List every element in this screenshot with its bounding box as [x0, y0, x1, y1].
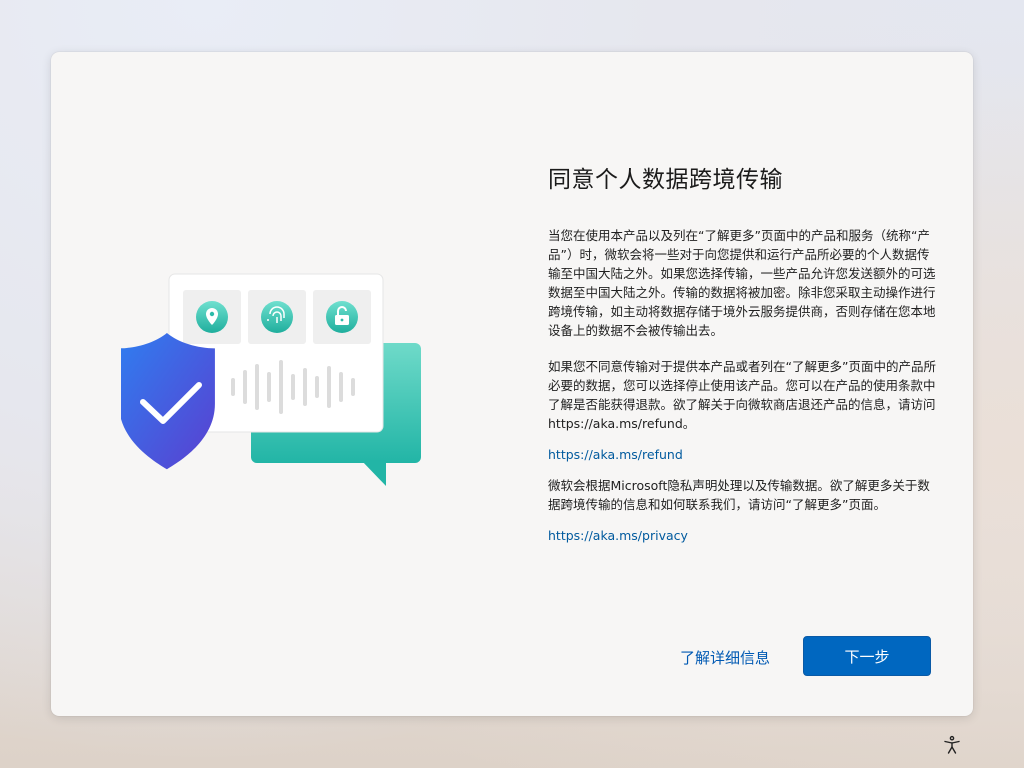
privacy-link[interactable]: https://aka.ms/privacy: [548, 528, 938, 543]
paragraph-refund: 如果您不同意传输对于提供本产品或者列在“了解更多”页面中的产品所必要的数据，您可…: [548, 359, 936, 431]
location-pin-icon: [196, 301, 228, 333]
next-button[interactable]: 下一步: [803, 636, 931, 676]
paragraph-transfer-notice: 当您在使用本产品以及列在“了解更多”页面中的产品和服务（统称“产品”）时，微软会…: [548, 228, 936, 338]
fingerprint-icon: [261, 301, 293, 333]
refund-link[interactable]: https://aka.ms/refund: [548, 447, 938, 462]
page-title: 同意个人数据跨境传输: [548, 167, 783, 193]
accessibility-icon[interactable]: [942, 735, 962, 755]
content-panel: 同意个人数据跨境传输 当您在使用本产品以及列在“了解更多”页面中的产品和服务（统…: [548, 104, 938, 543]
oobe-dialog: 同意个人数据跨境传输 当您在使用本产品以及列在“了解更多”页面中的产品和服务（统…: [51, 52, 973, 716]
data-transfer-illustration: [121, 273, 421, 486]
unlock-icon: [326, 301, 358, 333]
learn-more-link[interactable]: 了解详细信息: [680, 647, 770, 668]
paragraph-privacy: 微软会根据Microsoft隐私声明处理以及传输数据。欲了解更多关于数据跨境传输…: [548, 478, 930, 512]
shield-check-icon: [121, 332, 215, 470]
